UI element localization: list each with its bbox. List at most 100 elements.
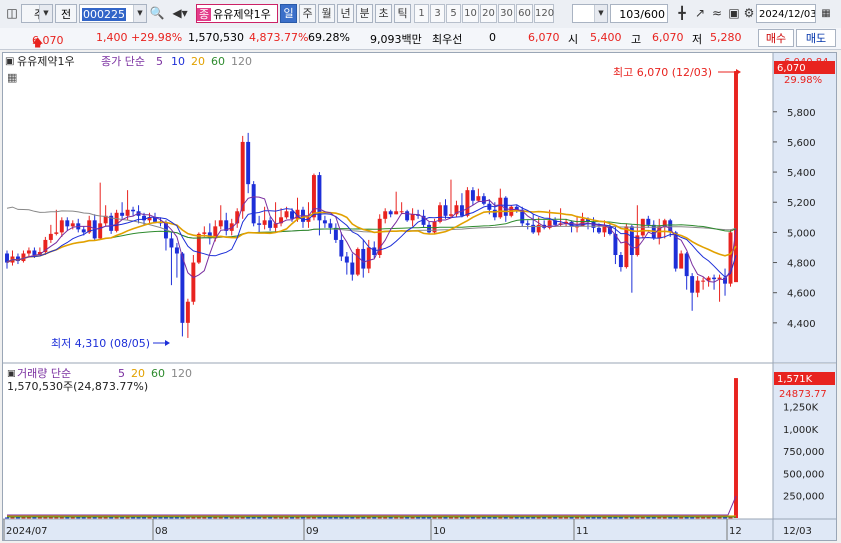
candle-body (120, 212, 125, 216)
grid-icon[interactable]: ▦ (7, 71, 17, 84)
volume-bar (229, 517, 234, 519)
volume-bar (372, 517, 377, 519)
price-tick-label: 5,000 (787, 228, 816, 239)
volume-bar (553, 517, 558, 519)
drawing-tools-icon[interactable]: ↗ (692, 5, 708, 22)
volume-bar (536, 517, 541, 519)
volume-bar (591, 517, 596, 519)
tab-minute-60[interactable]: 60 (516, 4, 533, 23)
volume-bar (514, 517, 519, 519)
volume-bar (224, 517, 229, 519)
volume-bar (416, 517, 421, 519)
volume-bar (569, 517, 574, 519)
candle-body (646, 218, 651, 225)
range-select[interactable]: ▼ (572, 4, 608, 23)
volume-tick-label: 750,000 (783, 447, 824, 458)
volume-pane-menu-icon[interactable]: ▣ (7, 369, 16, 379)
pane-menu-icon[interactable]: ▣ (5, 56, 14, 67)
candle-body (32, 250, 37, 255)
volume-bar (5, 517, 9, 519)
candle-body (26, 250, 31, 254)
gear-icon[interactable]: ⚙ (741, 5, 757, 22)
volume-bar (558, 517, 563, 519)
market-select[interactable]: 주▼ (21, 4, 53, 23)
tab-period-1[interactable]: 주 (299, 4, 316, 23)
code-input[interactable]: 000225 ▼ (79, 4, 147, 23)
speaker-icon[interactable]: ◀▾ (167, 5, 193, 22)
type-select[interactable]: 전 (55, 4, 77, 23)
buy-button[interactable]: 매수 (758, 29, 794, 47)
tab-period-2[interactable]: 월 (318, 4, 335, 23)
open-label: 시 (568, 33, 579, 46)
volume-bar (481, 517, 486, 519)
chart-area[interactable]: ▣ 유유제약1우 종가 단순 5 10 20 60 120 ▦ ▣ 거래량 단순… (2, 52, 837, 541)
tab-minute-30[interactable]: 30 (498, 4, 515, 23)
volume-bar (459, 517, 464, 519)
tab-period-4[interactable]: 분 (356, 4, 373, 23)
tab-minute-10[interactable]: 10 (462, 4, 479, 23)
volume-bar (317, 517, 322, 519)
sell-button[interactable]: 매도 (796, 29, 836, 47)
volume-legend-label: 거래량 단순 (17, 367, 71, 380)
tab-period-0[interactable]: 일 (280, 4, 297, 23)
volume-bar (498, 517, 503, 519)
bar-count-field[interactable]: 103/600 (610, 4, 668, 23)
candle-body (81, 229, 86, 233)
candlestick-chart[interactable]: ▣ 유유제약1우 종가 단순 5 10 20 60 120 ▦ ▣ 거래량 단순… (3, 53, 836, 540)
volume-bar (311, 517, 316, 519)
tab-minute-5[interactable]: 5 (446, 4, 461, 23)
price-pane (3, 53, 773, 363)
candle-body (399, 211, 404, 213)
tab-minute-20[interactable]: 20 (480, 4, 497, 23)
price-tick-label: 5,400 (787, 168, 816, 179)
candle-body (388, 211, 393, 215)
volume-bar (37, 517, 42, 519)
date-field[interactable]: 2024/12/03 (756, 4, 816, 23)
change-rate: +29.98% (131, 31, 183, 44)
volume-bar (26, 517, 31, 519)
candle-body (427, 224, 432, 233)
volume-bar (191, 517, 196, 519)
candle-body (131, 209, 136, 212)
stock-name-field[interactable]: 종 유유제약1우 (196, 4, 278, 23)
search-icon[interactable]: 🔍 (149, 5, 165, 22)
tab-minute-1[interactable]: 1 (414, 4, 429, 23)
tab-period-5[interactable]: 초 (375, 4, 392, 23)
volume-bar (492, 517, 497, 519)
volume-bar (717, 517, 722, 519)
save-icon[interactable]: ▣ (726, 5, 742, 22)
candle-body (262, 220, 267, 225)
volume-bar (701, 517, 706, 519)
volume-bar (657, 517, 662, 519)
tab-period-3[interactable]: 년 (337, 4, 354, 23)
volume-bar (125, 517, 130, 519)
price-tick-label: 5,800 (787, 108, 816, 119)
price-tick-label: 29.98% (784, 75, 822, 86)
volume-bar (723, 517, 728, 519)
candle-type-icon[interactable]: ╋ (674, 5, 690, 22)
volume-bar (163, 517, 168, 519)
candle-body (712, 277, 717, 280)
volume-bar (185, 517, 190, 519)
volume-bar (174, 517, 179, 519)
volume-bar (262, 517, 267, 519)
window-menu-icon[interactable]: ◫ (4, 5, 20, 22)
volume-bar (333, 517, 338, 519)
tab-minute-3[interactable]: 3 (430, 4, 445, 23)
volume-bar (21, 517, 26, 519)
candle-body (487, 203, 492, 210)
open-price: 5,400 (590, 31, 622, 44)
volume-bar (580, 517, 585, 519)
volume-bar (32, 517, 37, 519)
volume-bar (54, 517, 59, 519)
ask-price: 6,070 (528, 31, 560, 44)
volume-bar (629, 517, 634, 519)
candle-body (339, 239, 344, 257)
volume-bar (180, 517, 185, 519)
indicator-icon[interactable]: ≈ (709, 5, 725, 22)
tab-period-6[interactable]: 틱 (394, 4, 411, 23)
calendar-icon[interactable]: ▦ (818, 5, 834, 22)
tab-minute-120[interactable]: 120 (534, 4, 554, 23)
chevron-down-icon: ▼ (39, 5, 52, 22)
volume-bar (443, 517, 448, 519)
